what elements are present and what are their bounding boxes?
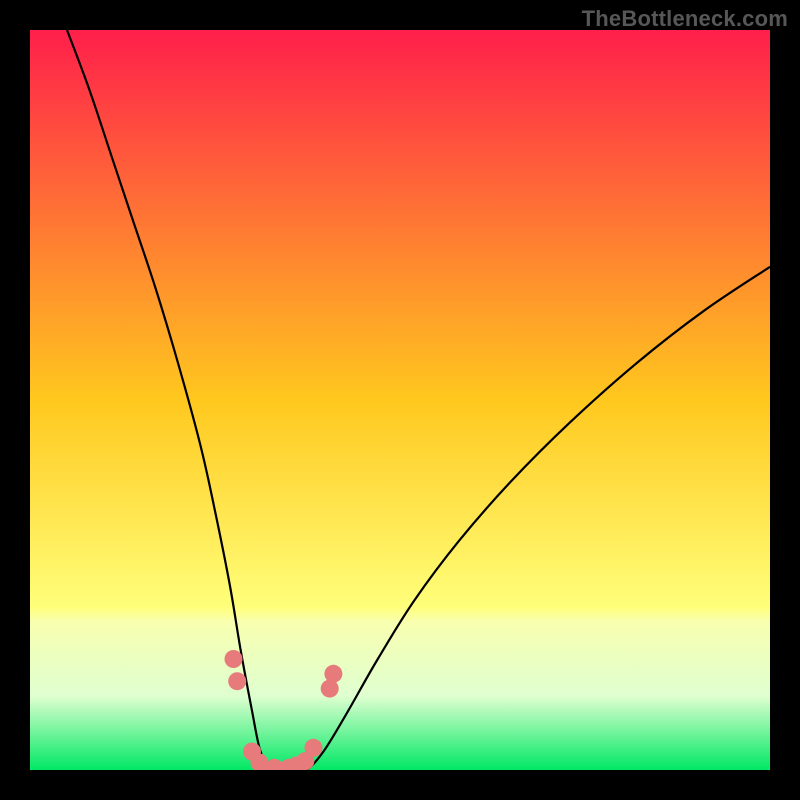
watermark-text: TheBottleneck.com: [582, 6, 788, 32]
marker-dot: [304, 739, 322, 757]
marker-dot: [225, 650, 243, 668]
chart-frame: TheBottleneck.com: [0, 0, 800, 800]
chart-svg: [30, 30, 770, 770]
marker-dot: [228, 672, 246, 690]
gradient-background: [30, 30, 770, 770]
plot-area: [30, 30, 770, 770]
marker-dot: [324, 665, 342, 683]
